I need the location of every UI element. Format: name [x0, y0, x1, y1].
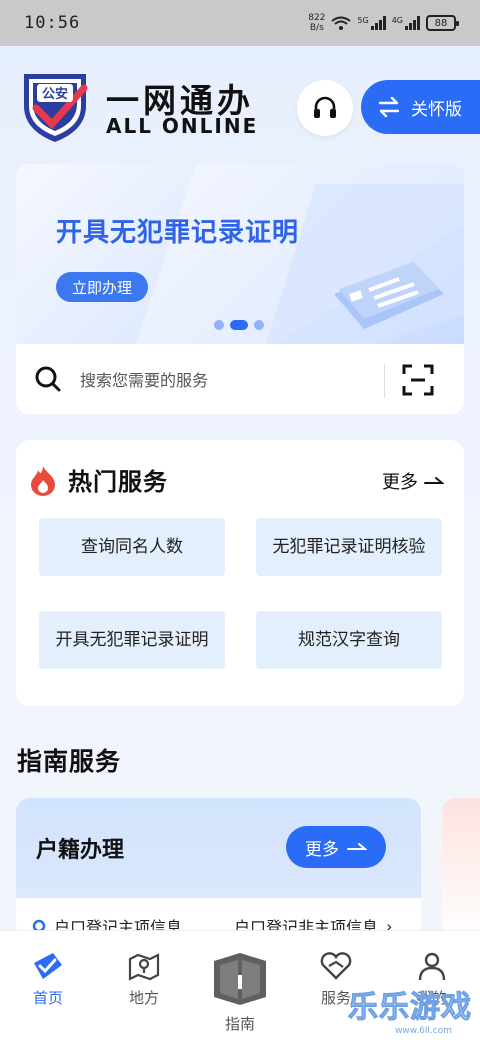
- hot-services-more-link[interactable]: 更多: [382, 468, 444, 494]
- guide-more-label: 更多: [305, 839, 339, 860]
- nav-home-label: 首页: [32, 989, 63, 1007]
- net-speed-value: 822: [308, 13, 326, 23]
- signal-label-5g: 5G: [357, 16, 369, 25]
- flame-icon: [31, 465, 55, 496]
- home-icon: [34, 953, 62, 979]
- nav-local[interactable]: 地方: [96, 951, 192, 1008]
- promo-banner[interactable]: 开具无犯罪记录证明 立即办理: [16, 164, 464, 344]
- customer-service-button[interactable]: [297, 80, 353, 136]
- signal-icon-4g: 4G: [392, 16, 420, 30]
- signal-label-4g: 4G: [391, 16, 403, 25]
- user-icon: [418, 952, 446, 981]
- logo-text: 公安: [42, 86, 68, 102]
- net-speed: 822 B/s: [308, 13, 325, 33]
- search-bar[interactable]: 搜索您需要的服务: [16, 344, 464, 414]
- nav-local-label: 地方: [128, 989, 159, 1007]
- search-input[interactable]: 搜索您需要的服务: [80, 367, 208, 391]
- watermark-text: 乐乐游戏: [348, 990, 472, 1026]
- service-item[interactable]: 查询同名人数: [39, 518, 225, 576]
- nav-service-label: 服务: [320, 989, 351, 1007]
- map-pin-icon: [128, 953, 160, 981]
- battery-level: 88: [434, 17, 448, 29]
- guide-section-title: 指南服务: [17, 747, 122, 776]
- care-mode-label: 关怀版: [411, 99, 462, 120]
- carousel-dot[interactable]: [214, 320, 224, 330]
- nav-home[interactable]: 首页: [0, 951, 96, 1008]
- heart-hands-icon: [320, 952, 352, 980]
- care-mode-button[interactable]: 关怀版: [361, 80, 480, 134]
- book-icon: [214, 953, 266, 1005]
- guide-card-next[interactable]: [442, 798, 480, 938]
- hot-services-header: 热门服务: [28, 462, 168, 497]
- status-indicators: 822 B/s 5G 4G 88: [308, 13, 459, 33]
- banner-title: 开具无犯罪记录证明: [56, 218, 300, 248]
- service-item[interactable]: 无犯罪记录证明核验: [256, 518, 442, 576]
- police-shield-logo: 公安: [24, 74, 88, 142]
- arrow-right-icon: [424, 477, 444, 484]
- service-item[interactable]: 规范汉字查询: [256, 611, 442, 669]
- guide-card-title: 户籍办理: [36, 838, 125, 863]
- carousel-dot[interactable]: [254, 320, 264, 330]
- guide-card-household[interactable]: 户籍办理 更多 户口登记主项信息 户口登记非主项信息 ›: [16, 798, 421, 938]
- scan-icon[interactable]: [402, 364, 434, 396]
- certificate-illustration: [334, 262, 444, 329]
- banner-action-button[interactable]: 立即办理: [56, 272, 148, 302]
- hot-services-card: 热门服务 更多 查询同名人数 无犯罪记录证明核验 开具无犯罪记录证明 规范汉字查…: [16, 440, 464, 706]
- guide-more-button[interactable]: 更多: [286, 826, 386, 868]
- net-speed-unit: B/s: [309, 23, 324, 33]
- hot-services-more-label: 更多: [382, 472, 418, 493]
- status-time: 10:56: [24, 13, 81, 33]
- swap-arrows-icon: [378, 96, 400, 118]
- search-divider: [384, 364, 385, 398]
- search-icon: [35, 366, 61, 392]
- banner-search-card: 开具无犯罪记录证明 立即办理 搜索您需要的服务: [16, 164, 464, 414]
- battery-icon: 88: [426, 15, 459, 31]
- bottom-navigation: 首页 地方 指南 服务 我的 乐乐游戏 www.6ll.com: [0, 930, 480, 1040]
- arrow-right-icon: [347, 843, 367, 850]
- status-bar: 10:56 822 B/s 5G 4G 88: [0, 0, 480, 46]
- signal-icon-5g: 5G: [357, 16, 386, 30]
- nav-guide-label: 指南: [224, 1015, 255, 1033]
- carousel-dot-active[interactable]: [230, 320, 248, 330]
- wifi-icon: [331, 16, 352, 30]
- app-subtitle: ALL ONLINE: [106, 114, 259, 138]
- service-item[interactable]: 开具无犯罪记录证明: [39, 611, 225, 669]
- watermark-url: www.6ll.com: [395, 1026, 452, 1036]
- hot-services-title: 热门服务: [68, 468, 168, 496]
- headset-icon: [314, 96, 336, 118]
- carousel-indicator: [214, 320, 264, 330]
- app-header: 公安 一网通办 ALL ONLINE 关怀版: [18, 66, 480, 146]
- nav-guide[interactable]: 指南: [192, 951, 288, 1034]
